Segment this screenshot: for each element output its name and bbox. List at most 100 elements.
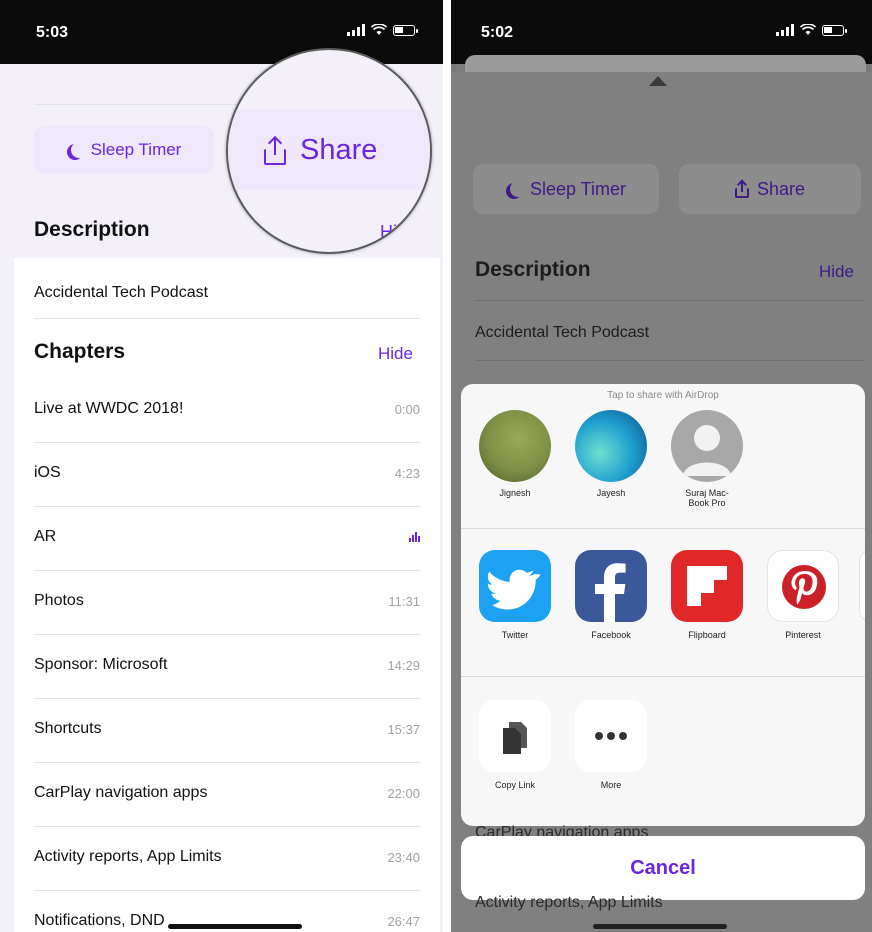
moon-icon [71, 142, 87, 158]
divider [475, 360, 865, 361]
facebook-f-icon [575, 550, 647, 622]
hide-label: Hide [380, 222, 418, 242]
app-name: Facebook [591, 630, 631, 640]
chapter-row[interactable]: Live at WWDC 2018! 0:00 [34, 400, 420, 418]
divider [34, 762, 420, 763]
contact-name: Jayesh [596, 488, 626, 498]
chevron-up-icon [649, 76, 667, 86]
sleep-timer-label: Sleep Timer [90, 140, 182, 159]
status-icons [776, 24, 847, 36]
share-button[interactable]: Share [679, 164, 861, 214]
share-icon [264, 135, 286, 165]
chapter-title: CarPlay navigation apps [34, 784, 208, 801]
divider [34, 826, 420, 827]
divider [34, 506, 420, 507]
chapter-time: 4:23 [394, 465, 420, 481]
screenshot-divider [443, 0, 451, 932]
divider [34, 698, 420, 699]
divider [34, 570, 420, 571]
share-button-zoomed-content[interactable]: Share [264, 134, 377, 167]
divider [475, 300, 865, 301]
status-icons [347, 24, 418, 36]
share-app-facebook[interactable]: Facebook [571, 550, 651, 640]
moon-icon [510, 181, 526, 197]
more-ellipsis-icon [575, 700, 647, 772]
chapter-title: Notifications, DND [34, 912, 165, 929]
copy-link-icon [479, 700, 551, 772]
chapter-title: Live at WWDC 2018! [34, 400, 184, 417]
chapter-title: iOS [34, 464, 61, 481]
chapter-row[interactable]: Sponsor: Microsoft 14:29 [34, 656, 420, 674]
signal-icon [776, 24, 794, 36]
sleep-timer-label: Sleep Timer [529, 178, 627, 199]
chapter-time: 22:00 [387, 785, 420, 801]
description-hide-button[interactable]: Hide [819, 262, 854, 282]
contact-name: Jignesh [499, 488, 531, 498]
status-time: 5:02 [481, 24, 514, 41]
chapter-time: 14:29 [387, 657, 420, 673]
airdrop-contact[interactable]: Suraj Mac- Book Pro [667, 410, 747, 508]
pinterest-icon [767, 550, 839, 622]
share-app-partial[interactable] [859, 550, 865, 622]
action-name: Copy Link [494, 780, 536, 790]
chapter-time: 0:00 [394, 401, 420, 417]
sleep-timer-button[interactable]: Sleep Timer [473, 164, 659, 214]
divider [34, 890, 420, 891]
avatar [479, 410, 551, 482]
share-action-copy-link[interactable]: Copy Link [475, 700, 555, 790]
status-bar: 5:03 [0, 0, 443, 64]
airdrop-contact[interactable]: Jayesh [571, 410, 651, 498]
divider [34, 634, 420, 635]
divider [34, 442, 420, 443]
description-label: Accidental Tech Podcast [34, 284, 209, 301]
wifi-icon [371, 24, 387, 35]
chapter-row[interactable]: Photos 11:31 [34, 592, 420, 610]
share-app-pinterest[interactable]: Pinterest [763, 550, 843, 640]
share-action-more[interactable]: More [571, 700, 651, 790]
chapter-row[interactable]: Activity reports, App Limits 23:40 [34, 848, 420, 866]
right-screenshot: 5:02 Sleep Timer Share Description Hide … [451, 0, 872, 932]
chapters-header: Chapters [34, 340, 126, 363]
wifi-icon [800, 24, 816, 35]
share-sheet: Tap to share with AirDrop Jignesh Jayesh S… [461, 384, 865, 826]
divider [34, 318, 420, 319]
flipboard-icon [671, 550, 743, 622]
description-header: Description [34, 218, 150, 241]
battery-icon [393, 24, 418, 36]
contact-name: Suraj Mac- Book Pro [685, 488, 729, 508]
cancel-button[interactable]: Cancel [461, 836, 865, 900]
status-time: 5:03 [36, 24, 69, 41]
now-playing-icon [409, 532, 420, 542]
action-name: More [600, 780, 622, 790]
chapter-title: Activity reports, App Limits [34, 848, 222, 865]
share-app-twitter[interactable]: Twitter [475, 550, 555, 640]
share-label: Share [756, 178, 806, 199]
description-header: Description [475, 258, 591, 281]
home-indicator[interactable] [593, 924, 727, 929]
description-text: Accidental Tech Podcast [34, 284, 420, 302]
app-name: Flipboard [688, 630, 726, 640]
chapter-time: 11:31 [388, 593, 420, 609]
divider [461, 676, 865, 677]
airdrop-contact[interactable]: Jignesh [475, 410, 555, 498]
magnifier-callout: Share Hide [226, 48, 432, 254]
signal-icon [347, 24, 365, 36]
chapter-time: 26:47 [387, 913, 420, 929]
chapter-title: Shortcuts [34, 720, 102, 737]
airdrop-hint: Tap to share with AirDrop [607, 390, 719, 401]
description-text: Accidental Tech Podcast [475, 324, 650, 341]
home-indicator[interactable] [168, 924, 302, 929]
chapter-row[interactable]: AR [34, 528, 420, 546]
chapter-row[interactable]: Shortcuts 15:37 [34, 720, 420, 738]
sleep-timer-button[interactable]: Sleep Timer [34, 126, 214, 174]
chapter-row[interactable]: CarPlay navigation apps 22:00 [34, 784, 420, 802]
chapter-time: 15:37 [387, 721, 420, 737]
description-hide-button[interactable]: Hide [380, 222, 417, 243]
share-icon [734, 179, 749, 198]
twitter-bird-icon [479, 550, 551, 622]
share-app-flipboard[interactable]: Flipboard [667, 550, 747, 640]
chapter-row[interactable]: iOS 4:23 [34, 464, 420, 482]
chapters-hide-button[interactable]: Hide [378, 344, 413, 364]
app-name: Twitter [501, 630, 529, 640]
chapter-title: AR [34, 528, 57, 545]
